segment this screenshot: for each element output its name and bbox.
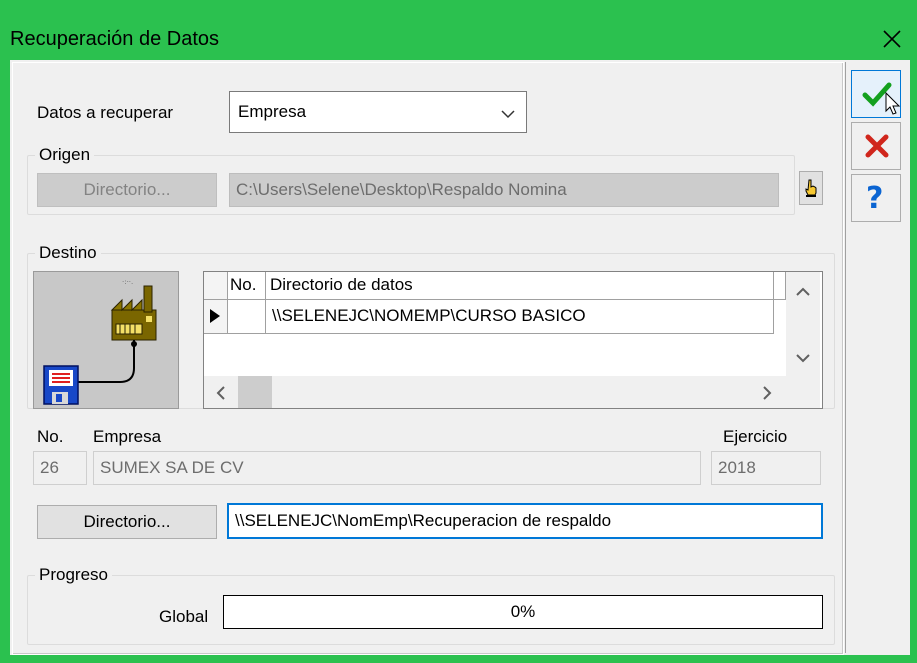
progreso-label: Progreso <box>35 565 112 585</box>
ejercicio-label: Ejercicio <box>723 427 788 446</box>
dialog-window: Recuperación de Datos Datos a recuperar … <box>0 0 917 663</box>
datos-value: Empresa <box>238 102 307 121</box>
right-toolbar: ? <box>845 62 908 653</box>
empresa-label: Empresa <box>93 427 162 446</box>
grid-header-directorio[interactable]: Directorio de datos <box>266 272 774 300</box>
scroll-left-icon[interactable] <box>216 385 226 406</box>
empresa-name-field[interactable]: SUMEX SA DE CV <box>93 451 701 485</box>
scroll-up-icon[interactable] <box>795 282 811 302</box>
dialog-client-area: Datos a recuperar Empresa Origen Directo… <box>10 60 910 655</box>
global-progress-bar: 0% <box>223 595 823 629</box>
scrollbar-corner <box>786 376 820 408</box>
help-button[interactable]: ? <box>851 174 901 222</box>
destino-grid[interactable]: No. Directorio de datos \\SELENEJC\NOMEM… <box>203 271 823 409</box>
question-mark-icon: ? <box>866 181 884 216</box>
accept-button[interactable] <box>851 70 901 118</box>
destino-image: ·:··. <box>33 271 179 409</box>
grid-header-extra[interactable] <box>774 272 786 300</box>
datos-combobox[interactable]: Empresa <box>229 91 527 133</box>
chevron-down-icon[interactable] <box>500 105 516 125</box>
horizontal-scroll-thumb[interactable] <box>238 376 272 408</box>
global-label: Global <box>159 607 209 626</box>
hand-pointer-icon <box>803 178 819 203</box>
floppy-disk-icon <box>43 365 79 405</box>
grid-row-indicator <box>204 300 228 334</box>
origen-browse-button[interactable] <box>799 171 823 205</box>
destino-label: Destino <box>35 243 101 263</box>
datos-label: Datos a recuperar <box>37 103 174 122</box>
scroll-right-icon[interactable] <box>762 385 772 406</box>
destino-path-input[interactable]: \\SELENEJC\NomEmp\Recuperacion de respal… <box>227 503 823 539</box>
origen-directorio-button[interactable]: Directorio... <box>37 173 217 207</box>
close-icon[interactable] <box>877 24 907 54</box>
window-title: Recuperación de Datos <box>10 28 220 50</box>
no-label: No. <box>37 427 64 446</box>
mouse-cursor-icon <box>884 91 902 122</box>
destino-directorio-button[interactable]: Directorio... <box>37 505 217 539</box>
main-panel: Datos a recuperar Empresa Origen Directo… <box>12 62 844 655</box>
empresa-no-field[interactable]: 26 <box>33 451 87 485</box>
svg-text:·:··.: ·:··. <box>122 278 133 286</box>
ejercicio-field[interactable]: 2018 <box>711 451 821 485</box>
grid-horizontal-scrollbar[interactable] <box>204 376 786 408</box>
grid-header-no[interactable]: No. <box>228 272 266 300</box>
grid-corner-cell <box>204 272 228 300</box>
grid-vertical-scrollbar[interactable] <box>786 272 820 376</box>
grid-cell-no[interactable] <box>228 300 266 334</box>
cancel-button[interactable] <box>851 122 901 170</box>
origen-label: Origen <box>35 145 95 165</box>
title-bar[interactable]: Recuperación de Datos <box>0 10 917 58</box>
scroll-down-icon[interactable] <box>795 348 811 368</box>
cancel-x-icon <box>864 133 890 164</box>
factory-icon: ·:··. <box>110 278 157 341</box>
origen-path-field[interactable]: C:\Users\Selene\Desktop\Respaldo Nomina <box>229 173 779 207</box>
grid-cell-directorio[interactable]: \\SELENEJC\NOMEMP\CURSO BASICO <box>266 300 774 334</box>
